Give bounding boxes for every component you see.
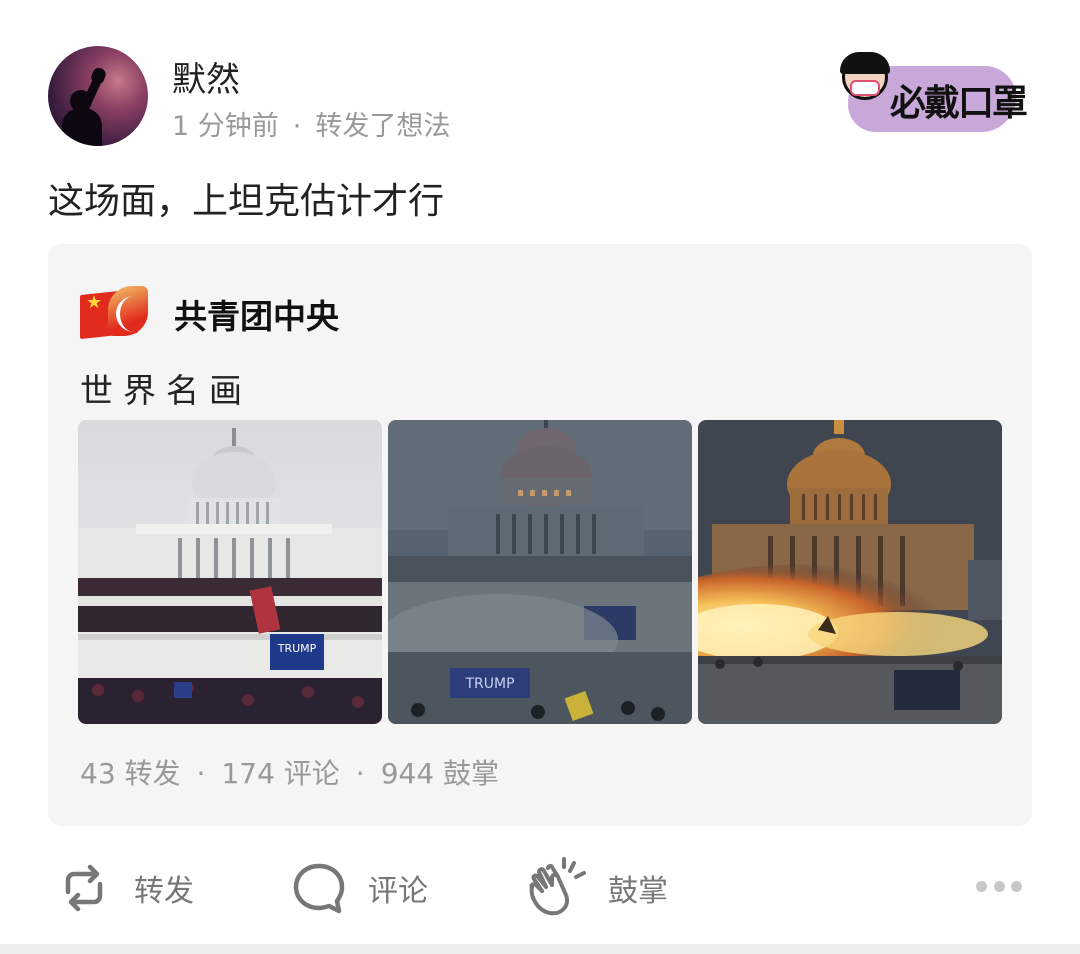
post-meta: 1 分钟前 · 转发了想法 [172,104,450,143]
clap-label: 鼓掌 [608,874,668,909]
post-action: 转发了想法 [315,111,451,142]
quoted-image-3[interactable] [698,420,1002,724]
quoted-text: 世界名画 [80,371,252,410]
stat-reposts: 43 转发 [80,757,181,790]
post-text: 这场面，上坦克估计才行 [48,181,445,222]
author-name[interactable]: 默然 [172,52,240,101]
svg-text:TRUMP: TRUMP [464,676,514,692]
quoted-stats: 43 转发 · 174 评论 · 944 鼓掌 [80,752,499,792]
repost-button[interactable]: 转发 [56,858,194,918]
comment-label: 评论 [368,874,428,909]
avatar[interactable] [48,46,148,146]
comment-icon [293,863,345,914]
stat-separator: · [355,757,365,790]
quoted-image-2[interactable]: TRUMP [388,420,692,724]
repost-icon [65,864,103,912]
quoted-image-1[interactable]: TRUMP [78,420,382,724]
meta-separator: · [292,111,302,142]
source-name[interactable]: 共青团中央 [174,290,339,338]
bottom-divider [0,944,1080,954]
stat-comments: 174 评论 [221,757,340,790]
clap-icon [529,857,586,916]
source-logo-icon[interactable]: ★ [80,286,148,340]
badge-text: 必戴口罩 [890,82,1028,124]
post-time: 1 分钟前 [172,111,279,142]
clap-button[interactable]: 鼓掌 [522,857,668,918]
comment-button[interactable]: 评论 [292,858,428,918]
svg-text:TRUMP: TRUMP [277,642,317,655]
stat-claps: 944 鼓掌 [380,757,500,790]
stat-separator: · [196,757,206,790]
mask-badge: 必戴口罩 [840,52,1028,134]
repost-label: 转发 [134,874,194,909]
more-icon[interactable] [976,876,1022,896]
